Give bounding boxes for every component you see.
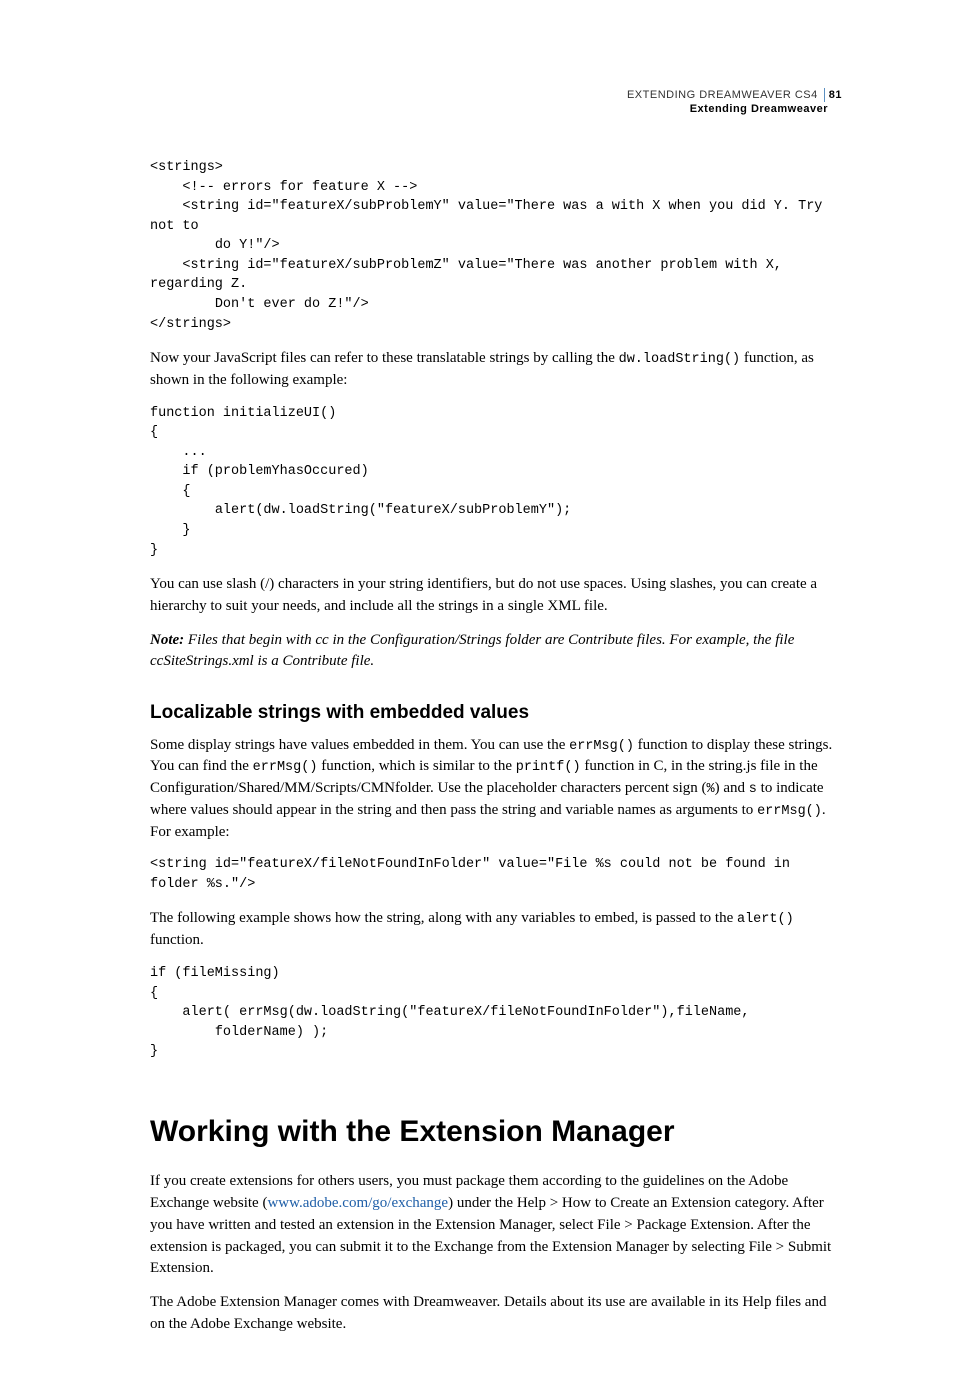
inline-code: dw.loadString(): [619, 352, 741, 367]
inline-code: %: [707, 782, 715, 797]
inline-code: errMsg(): [569, 739, 634, 754]
page-content: <strings> <!-- errors for feature X --> …: [150, 158, 842, 1336]
text-run: Some display strings have values embedde…: [150, 737, 569, 753]
body-paragraph: You can use slash (/) characters in your…: [150, 574, 842, 618]
header-title: EXTENDING DREAMWEAVER CS4: [627, 89, 818, 101]
inline-code: printf(): [516, 760, 581, 775]
running-header: EXTENDING DREAMWEAVER CS4 81 Extending D…: [627, 88, 842, 117]
inline-code: alert(): [737, 912, 794, 927]
chapter-heading-extension-manager: Working with the Extension Manager: [150, 1110, 842, 1154]
note-label: Note:: [150, 632, 184, 648]
code-block-initialize-ui: function initializeUI() { ... if (proble…: [150, 404, 842, 561]
body-paragraph: If you create extensions for others user…: [150, 1171, 842, 1280]
text-run: function.: [150, 932, 204, 948]
section-heading-localizable: Localizable strings with embedded values: [150, 699, 842, 727]
code-block-file-missing: if (fileMissing) { alert( errMsg(dw.load…: [150, 964, 842, 1062]
header-subtitle: Extending Dreamweaver: [627, 102, 828, 116]
code-block-file-not-found-xml: <string id="featureX/fileNotFoundInFolde…: [150, 855, 842, 894]
body-paragraph: Some display strings have values embedde…: [150, 735, 842, 844]
inline-code: s: [749, 782, 757, 797]
text-run: ) and: [715, 780, 749, 796]
note-paragraph: Note: Files that begin with cc in the Co…: [150, 630, 842, 674]
body-paragraph: Now your JavaScript files can refer to t…: [150, 348, 842, 392]
code-block-strings-xml: <strings> <!-- errors for feature X --> …: [150, 158, 842, 334]
body-paragraph: The Adobe Extension Manager comes with D…: [150, 1292, 842, 1336]
body-paragraph: The following example shows how the stri…: [150, 908, 842, 952]
inline-code: errMsg(): [757, 804, 822, 819]
text-run: Now your JavaScript files can refer to t…: [150, 350, 619, 366]
note-body: Files that begin with cc in the Configur…: [150, 632, 794, 670]
text-run: function, which is similar to the: [317, 758, 515, 774]
exchange-link[interactable]: www.adobe.com/go/exchange: [267, 1195, 448, 1211]
text-run: The following example shows how the stri…: [150, 910, 737, 926]
page-number: 81: [825, 89, 842, 101]
inline-code: errMsg(): [253, 760, 318, 775]
